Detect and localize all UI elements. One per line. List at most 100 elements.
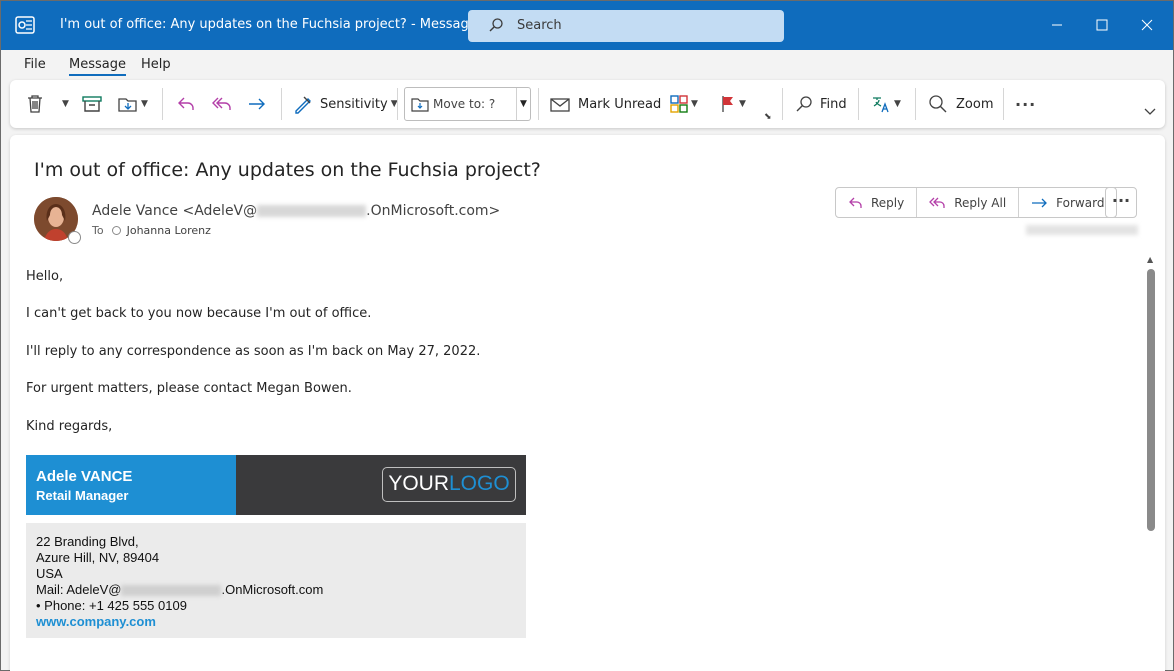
redacted-domain bbox=[121, 585, 222, 597]
delete-button[interactable] bbox=[26, 80, 44, 128]
divider bbox=[162, 88, 163, 120]
forward-label: Forward bbox=[1056, 195, 1105, 210]
move-to-folder-icon bbox=[411, 98, 429, 112]
divider bbox=[915, 88, 916, 120]
forward-icon bbox=[249, 98, 265, 110]
reply-all-button[interactable]: Reply All bbox=[917, 188, 1020, 217]
categorize-icon bbox=[670, 95, 688, 113]
message-actions: Reply Reply All Forward bbox=[835, 187, 1118, 218]
menu-message[interactable]: Message bbox=[69, 57, 126, 76]
redacted-domain bbox=[257, 205, 367, 217]
signature-phone: • Phone: +1 425 555 0109 bbox=[36, 598, 187, 613]
window-title: I'm out of office: Any updates on the Fu… bbox=[60, 17, 528, 32]
sender-name[interactable]: Adele Vance <AdeleV@ bbox=[92, 203, 257, 219]
company-logo: YOURLOGO bbox=[382, 467, 516, 502]
body-line: I can't get back to you now because I'm … bbox=[26, 306, 372, 321]
follow-up-button[interactable]: ▼ bbox=[720, 80, 746, 128]
divider bbox=[397, 88, 398, 120]
chevron-down-icon bbox=[1144, 108, 1156, 115]
forward-button[interactable]: Forward bbox=[1019, 188, 1116, 217]
menu-bar: File Message Help bbox=[1, 50, 1173, 78]
search-placeholder: Search bbox=[517, 18, 562, 33]
tags-dialog-launcher[interactable]: ⬊ bbox=[764, 80, 772, 128]
search-icon bbox=[489, 18, 503, 32]
more-icon: ··· bbox=[1111, 191, 1131, 210]
redacted-date bbox=[1026, 225, 1138, 235]
outlook-message-window: I'm out of office: Any updates on the Fu… bbox=[0, 0, 1174, 671]
body-line: I'll reply to any correspondence as soon… bbox=[26, 344, 481, 359]
translate-button[interactable]: ▼ bbox=[871, 80, 901, 128]
delete-dropdown[interactable]: ▼ bbox=[59, 80, 69, 128]
scrollbar-thumb[interactable] bbox=[1147, 269, 1155, 531]
minimize-button[interactable] bbox=[1047, 15, 1067, 35]
dialog-launcher-icon: ⬊ bbox=[764, 112, 772, 122]
menu-help[interactable]: Help bbox=[141, 57, 171, 72]
forward-icon bbox=[1032, 198, 1048, 207]
to-label: To bbox=[92, 224, 104, 237]
chevron-down-icon: ▼ bbox=[691, 99, 698, 109]
divider bbox=[538, 88, 539, 120]
address-line-2: Azure Hill, NV, 89404 bbox=[36, 550, 160, 565]
logo-text-logo: LOGO bbox=[449, 472, 510, 495]
logo-text-your: YOUR bbox=[388, 472, 449, 495]
body-line: For urgent matters, please contact Megan… bbox=[26, 381, 352, 396]
address-country: USA bbox=[36, 566, 63, 581]
body-line: Kind regards, bbox=[26, 419, 113, 434]
divider bbox=[1003, 88, 1004, 120]
address-line-1: 22 Branding Blvd, bbox=[36, 534, 139, 549]
zoom-icon bbox=[929, 95, 947, 113]
reply-icon bbox=[849, 197, 862, 208]
body-line: Hello, bbox=[26, 269, 64, 284]
more-commands-button[interactable]: ··· bbox=[1015, 80, 1036, 128]
reply-icon bbox=[178, 97, 194, 110]
find-label: Find bbox=[820, 96, 847, 112]
menu-file[interactable]: File bbox=[24, 57, 46, 72]
forward-button[interactable] bbox=[247, 80, 267, 128]
sensitivity-icon bbox=[295, 96, 311, 114]
reply-button[interactable]: Reply bbox=[836, 188, 918, 217]
close-button[interactable] bbox=[1137, 15, 1157, 35]
reply-all-label: Reply All bbox=[954, 195, 1007, 210]
categorize-button[interactable]: ▼ bbox=[670, 80, 698, 128]
signature-banner: Adele VANCE Retail Manager YOURLOGO bbox=[26, 455, 526, 515]
message-subject: I'm out of office: Any updates on the Fu… bbox=[34, 159, 541, 181]
undo-reply-button[interactable] bbox=[176, 80, 196, 128]
presence-status-icon bbox=[68, 231, 81, 244]
move-folder-icon bbox=[118, 98, 137, 112]
maximize-button[interactable] bbox=[1092, 15, 1112, 35]
signature-name-block: Adele VANCE Retail Manager bbox=[26, 455, 236, 515]
signature-mail: Mail: AdeleV@ .OnMicrosoft.com bbox=[36, 582, 323, 597]
move-to-dropdown[interactable]: Move to: ? ▼ bbox=[404, 87, 531, 121]
divider bbox=[782, 88, 783, 120]
more-actions-button[interactable]: ··· bbox=[1105, 187, 1137, 218]
reply-label: Reply bbox=[871, 195, 905, 210]
chevron-down-icon[interactable]: ▼ bbox=[516, 88, 530, 120]
move-button[interactable]: ▼ bbox=[118, 80, 148, 128]
recipient-presence-icon bbox=[111, 226, 121, 235]
reply-all-icon bbox=[929, 197, 945, 208]
mark-unread-label: Mark Unread bbox=[578, 96, 662, 112]
find-button[interactable]: Find bbox=[795, 80, 847, 128]
signature-website-link[interactable]: www.company.com bbox=[36, 614, 156, 629]
reply-all-button[interactable] bbox=[211, 80, 233, 128]
scroll-up-icon[interactable]: ▲ bbox=[1147, 255, 1153, 264]
vertical-scrollbar[interactable]: ▲ bbox=[1147, 255, 1155, 671]
signature-role: Retail Manager bbox=[36, 488, 129, 503]
flag-icon bbox=[722, 96, 733, 112]
expand-ribbon-button[interactable] bbox=[1144, 88, 1156, 136]
divider bbox=[281, 88, 282, 120]
recipient-name[interactable]: Johanna Lorenz bbox=[127, 224, 211, 237]
archive-button[interactable] bbox=[82, 80, 102, 128]
chevron-down-icon: ▼ bbox=[894, 99, 901, 109]
search-box[interactable]: Search bbox=[468, 10, 784, 42]
translate-icon bbox=[873, 97, 889, 113]
signature-contact-block: 22 Branding Blvd, Azure Hill, NV, 89404 … bbox=[26, 523, 526, 638]
zoom-button[interactable]: Zoom bbox=[928, 80, 993, 128]
mark-unread-button[interactable]: Mark Unread bbox=[550, 80, 661, 128]
envelope-icon bbox=[550, 98, 570, 112]
signature-name: Adele VANCE bbox=[36, 468, 133, 485]
sensitivity-button[interactable]: Sensitivity ▼ bbox=[293, 80, 398, 128]
chevron-down-icon: ▼ bbox=[141, 99, 148, 109]
sensitivity-label: Sensitivity bbox=[320, 96, 388, 112]
reply-all-icon bbox=[212, 97, 231, 110]
